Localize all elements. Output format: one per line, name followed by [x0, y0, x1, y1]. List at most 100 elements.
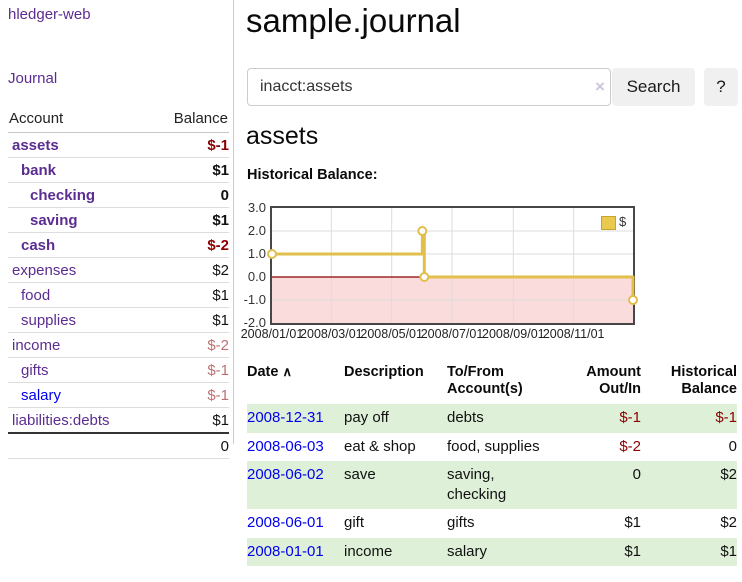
transaction-date-link[interactable]: 2008-06-03 [247, 438, 324, 455]
account-link-bank[interactable]: bank [8, 162, 56, 179]
account-balance: 0 [150, 183, 229, 208]
search-button[interactable]: Search [612, 68, 695, 106]
account-row: checking 0 [8, 183, 229, 208]
transaction-row: 2008-12-31pay offdebts$-1$-1 [247, 404, 737, 432]
account-link-expenses[interactable]: expenses [8, 262, 76, 279]
accounts-cell: food, supplies [447, 433, 577, 461]
hledger-web-page: hledger-web Journal Account Balance asse… [0, 0, 742, 582]
search-input[interactable] [247, 68, 611, 106]
account-balance: $1 [150, 208, 229, 233]
amount-cell: $1 [577, 509, 641, 537]
account-name-cell: liabilities:debts [8, 408, 150, 434]
chart-x-axis: 2008/01/012008/03/012008/05/012008/07/01… [272, 327, 633, 343]
balance-cell: $1 [641, 538, 737, 566]
description-cell: pay off [344, 404, 447, 432]
description-cell: income [344, 538, 447, 566]
accounts-cell: saving, checking [447, 461, 577, 510]
account-link-checking[interactable]: checking [8, 187, 95, 204]
account-name-cell: bank [8, 158, 150, 183]
account-balance: $1 [150, 283, 229, 308]
sort-ascending-icon: ∧ [282, 364, 291, 379]
account-link-saving[interactable]: saving [8, 212, 78, 229]
accounts-cell: salary [447, 538, 577, 566]
account-link-food[interactable]: food [8, 287, 50, 304]
account-balance: $-1 [150, 358, 229, 383]
accounts-header-row: Account Balance [8, 104, 229, 133]
account-balance: $-1 [150, 133, 229, 158]
account-row: expenses $2 [8, 258, 229, 283]
balance-cell: $-1 [641, 404, 737, 432]
y-axis-tick-label: -1.0 [244, 292, 266, 307]
account-row: bank$1 [8, 158, 229, 183]
balance-cell: $2 [641, 461, 737, 510]
accounts-total-row: 0 [8, 433, 229, 459]
date-cell: 2008-01-01 [247, 538, 344, 566]
account-name-cell: assets [8, 133, 150, 158]
date-cell: 2008-12-31 [247, 404, 344, 432]
sidebar: hledger-web Journal Account Balance asse… [0, 0, 234, 444]
balance-chart [270, 206, 635, 325]
y-axis-tick-label: 2.0 [248, 223, 266, 238]
transaction-row: 2008-06-02savesaving, checking0$2 [247, 461, 737, 510]
description-cell: eat & shop [344, 433, 447, 461]
data-point-marker [268, 250, 276, 258]
account-row: gifts $-1 [8, 358, 229, 383]
accounts-header-account: Account [8, 104, 150, 133]
column-header-description: Description [344, 362, 447, 404]
balance-cell: 0 [641, 433, 737, 461]
account-name-cell: income [8, 333, 150, 358]
account-link-gifts[interactable]: gifts [8, 362, 49, 379]
account-link-cash[interactable]: cash [8, 237, 55, 254]
amount-cell: $-2 [577, 433, 641, 461]
transaction-row: 2008-06-03 eat & shopfood, supplies$-20 [247, 433, 737, 461]
x-axis-tick-label: 2008/03/01 [300, 327, 363, 341]
account-link-assets[interactable]: assets [8, 137, 59, 154]
sidebar-item-journal[interactable]: Journal [8, 70, 57, 87]
legend-swatch [601, 216, 616, 230]
column-header-date-label: Date [247, 364, 278, 380]
account-name-cell: saving [8, 208, 150, 233]
register-header-row: Date ∧ Description To/From Account(s) Am… [247, 362, 737, 404]
account-row: saving $1 [8, 208, 229, 233]
column-header-accounts: To/From Account(s) [447, 362, 577, 404]
x-axis-tick-label: 2008/01/01 [241, 327, 304, 341]
account-link-income[interactable]: income [8, 337, 60, 354]
transaction-date-link[interactable]: 2008-01-01 [247, 543, 324, 560]
accounts-table: Account Balance assets$-1bank$1checking0… [8, 104, 229, 459]
clear-search-icon[interactable]: × [591, 77, 609, 97]
account-row: income $-2 [8, 333, 229, 358]
account-balance: $-2 [150, 333, 229, 358]
account-balance: $2 [150, 258, 229, 283]
account-balance: $-2 [150, 233, 229, 258]
account-row: assets $-1 [8, 133, 229, 158]
date-cell: 2008-06-01 [247, 509, 344, 537]
account-name-cell: gifts [8, 358, 150, 383]
date-cell: 2008-06-03 [247, 433, 344, 461]
transaction-date-link[interactable]: 2008-12-31 [247, 409, 324, 426]
help-button[interactable]: ? [704, 68, 738, 106]
transaction-date-link[interactable]: 2008-06-02 [247, 466, 324, 483]
amount-cell: 0 [577, 461, 641, 510]
description-cell: gift [344, 509, 447, 537]
column-header-balance: Historical Balance [641, 362, 737, 404]
y-axis-tick-label: 0.0 [248, 269, 266, 284]
account-balance: $-1 [150, 383, 229, 408]
transaction-row: 2008-06-01giftgifts$1$2 [247, 509, 737, 537]
balance-cell: $2 [641, 509, 737, 537]
accounts-total-value: 0 [150, 433, 229, 459]
app-title-link[interactable]: hledger-web [8, 6, 91, 23]
account-link-supplies[interactable]: supplies [8, 312, 76, 329]
accounts-cell: debts [447, 404, 577, 432]
accounts-header-balance: Balance [150, 104, 229, 133]
y-axis-tick-label: 1.0 [248, 246, 266, 261]
x-axis-tick-label: 2008/05/01 [360, 327, 423, 341]
balance-chart-plot [272, 208, 633, 323]
column-header-date[interactable]: Date ∧ [247, 362, 344, 404]
data-point-marker [629, 296, 637, 304]
y-axis-tick-label: 3.0 [248, 200, 266, 215]
amount-cell: $-1 [577, 404, 641, 432]
transaction-date-link[interactable]: 2008-06-01 [247, 514, 324, 531]
account-link-salary[interactable]: salary [8, 387, 61, 404]
account-name-cell: supplies [8, 308, 150, 333]
account-link-liabilities-debts[interactable]: liabilities:debts [8, 412, 110, 429]
